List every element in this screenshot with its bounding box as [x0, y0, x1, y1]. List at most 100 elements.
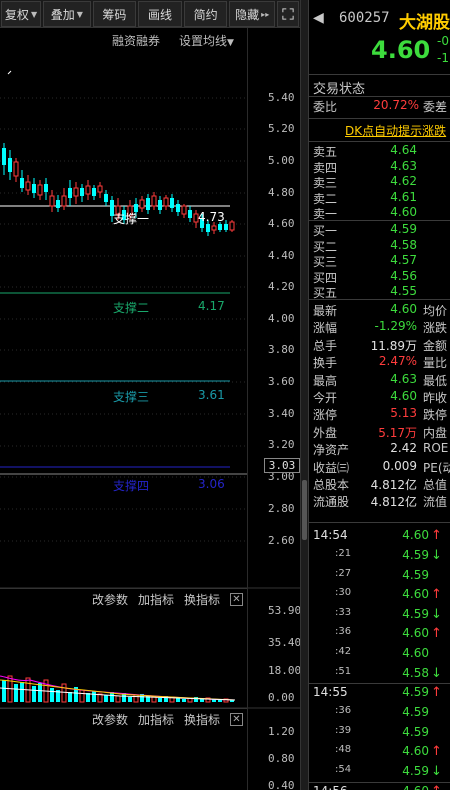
price-axis-tick: 2.80: [268, 502, 295, 515]
quote-label-2: PE(动: [423, 460, 450, 475]
last-price: 4.60: [371, 36, 431, 64]
candle-body: [229, 221, 235, 231]
bid-price: 4.55: [390, 284, 417, 299]
candle-body: [8, 158, 12, 172]
switch-indicator-link[interactable]: 换指标: [184, 711, 220, 728]
back-arrow-icon[interactable]: ◀: [313, 10, 324, 26]
tick-row: :21 4.59 ↓: [309, 548, 450, 567]
tick-time: 14:56: [313, 784, 348, 790]
price-axis-tick: 4.60: [268, 217, 295, 230]
axis-separator: [247, 28, 248, 790]
price-axis-tick: 3.20: [268, 438, 295, 451]
quote-label: 总手: [313, 338, 338, 353]
candle-body: [188, 210, 192, 218]
tick-time: 14:54: [313, 528, 348, 542]
switch-indicator-link[interactable]: 换指标: [184, 591, 220, 608]
support-three-label: 支撑三: [113, 390, 150, 404]
ask-price: 4.64: [390, 143, 417, 157]
arrow-up-icon: ↑: [431, 626, 442, 642]
quote-row: 最高 4.63 最低: [309, 372, 450, 391]
quote-row: 涨幅 -1.29% 涨跌: [309, 319, 450, 338]
add-indicator-link[interactable]: 加指标: [138, 591, 174, 608]
support-three-value: 3.61: [198, 388, 225, 402]
tick-price: 4.60: [402, 626, 429, 641]
volume-bar: [92, 691, 96, 702]
support-four-value: 3.06: [198, 477, 225, 491]
candle-body: [224, 224, 228, 230]
quote-label-2: 涨跌: [423, 321, 448, 336]
arrow-up-icon: ↑: [431, 587, 442, 603]
candle-body: [13, 161, 19, 177]
collapse-handle[interactable]: [302, 480, 307, 540]
add-indicator-link[interactable]: 加指标: [138, 711, 174, 728]
volume-bar: [32, 686, 36, 702]
stock-name: 大湖股份: [399, 13, 450, 33]
candle-body: [176, 204, 180, 212]
volume-bar: [176, 698, 180, 702]
volume-bar: [128, 697, 132, 702]
candle-body: [97, 185, 103, 193]
price-axis-tick: 3.80: [268, 343, 295, 356]
volume-bar: [182, 699, 186, 702]
volume-bar: [2, 680, 6, 702]
cursor-mark: [7, 70, 12, 75]
current-price-axis-box: 3.03: [264, 458, 300, 473]
price-change-pct: -1: [437, 51, 449, 65]
volume-axis-tick: 0.00: [268, 691, 295, 704]
divider: [309, 96, 450, 97]
volume-bar: [14, 684, 18, 702]
tick-time: :36: [335, 626, 352, 638]
bid-row[interactable]: 买五 4.55: [309, 284, 450, 303]
tick-time: 14:55: [313, 685, 348, 700]
quote-label: 流通股: [313, 495, 350, 510]
divider: [309, 141, 450, 142]
sub-indicator-bar: 改参数 加指标 换指标 ✕: [0, 708, 247, 730]
modify-params-link[interactable]: 改参数: [92, 591, 128, 608]
volume-bar: [158, 698, 162, 702]
candle-body: [104, 194, 108, 202]
quote-row: 净资产 2.42 ROE: [309, 441, 450, 460]
tick-price: 4.59: [402, 764, 429, 778]
quote-value: 5.17万: [378, 425, 417, 440]
quote-label: 今开: [313, 391, 338, 405]
close-icon[interactable]: ✕: [230, 593, 243, 606]
weidiff-label: 委差: [423, 100, 448, 114]
tick-price: 4.60: [402, 587, 429, 602]
price-axis-tick: 4.40: [268, 249, 295, 262]
volume-axis-tick: 53.90: [268, 604, 302, 617]
quote-label: 总股本: [313, 478, 350, 492]
tick-time: :21: [335, 548, 352, 559]
ask-price: 4.61: [390, 189, 417, 204]
tick-price: 4.60: [402, 784, 429, 790]
tick-price: 4.59: [402, 606, 429, 621]
panel-divider-scrollbar[interactable]: [300, 0, 308, 790]
quote-row: 总股本 4.812亿 总值: [309, 476, 450, 495]
candle-body: [68, 188, 72, 198]
quote-label-2: 流值: [423, 495, 448, 510]
quote-value: 11.89万: [370, 338, 417, 353]
tick-row: :33 4.59 ↓: [309, 607, 450, 626]
quote-panel: ◀ 600257 大湖股份 4.60 -0 -1 交易状态 委比 20.72% …: [308, 0, 450, 790]
weibi-label: 委比: [313, 100, 338, 114]
dk-point-link[interactable]: DK点自动提示涨跌: [345, 122, 446, 139]
candle-body: [163, 197, 169, 207]
volume-axis-tick: 18.00: [268, 664, 302, 677]
tick-row: 14:54 4.60 ↑: [309, 528, 450, 547]
quote-label: 涨停: [313, 408, 338, 423]
tick-time: :42: [335, 646, 352, 657]
price-axis-tick: 5.40: [268, 91, 295, 104]
bid-price: 4.57: [390, 253, 417, 268]
volume-bar: [79, 689, 85, 703]
price-change: -0: [437, 34, 449, 48]
quote-row: 涨停 5.13 跌停: [309, 406, 450, 425]
close-icon[interactable]: ✕: [230, 713, 243, 726]
candle-body: [181, 205, 187, 215]
candlestick-chart[interactable]: [0, 0, 300, 790]
quote-label: 涨幅: [313, 321, 338, 336]
candle-body: [37, 184, 43, 196]
quote-label: 最新: [313, 304, 338, 318]
tick-price: 4.59: [402, 685, 429, 700]
candle-body: [80, 188, 84, 196]
modify-params-link[interactable]: 改参数: [92, 711, 128, 728]
arrow-up-icon: ↑: [431, 744, 442, 760]
